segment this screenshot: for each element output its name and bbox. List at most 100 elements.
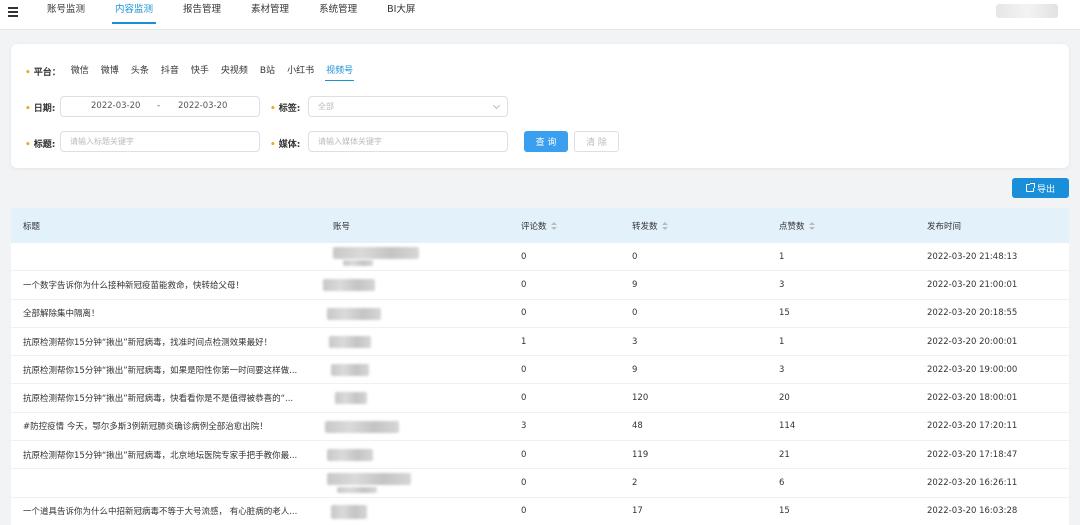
cell-comments: 0 [521, 506, 527, 517]
col-header-account: 账号 [333, 221, 351, 232]
cell-forwards: 119 [632, 449, 649, 460]
platform-bilibili[interactable]: B站 [254, 64, 281, 78]
cell-forwards: 0 [632, 251, 638, 262]
cell-account [323, 413, 521, 440]
platform-channels[interactable]: 视频号 [320, 64, 359, 81]
platform-wechat[interactable]: 微信 [65, 64, 95, 78]
cell-publish-time: 2022-03-20 17:18:47 [927, 449, 1018, 460]
account-redacted [327, 473, 411, 486]
cell-title[interactable]: 抗原检测帮你15分钟“揪出”新冠病毒，如果是阳性你第一时间要这样做... [11, 364, 323, 376]
platform-kuaishou[interactable]: 快手 [185, 64, 215, 78]
cell-publish-time: 2022-03-20 20:00:01 [927, 336, 1018, 347]
table-row[interactable]: 一个道具告诉你为什么中招新冠病毒不等于大号流感， 有心脏病的老人... 0 17… [11, 497, 1069, 525]
date-range-picker[interactable]: 2022-03-20 - 2022-03-20 [60, 96, 260, 117]
sort-icon[interactable] [661, 222, 668, 230]
account-redacted [327, 449, 373, 462]
tag-label: • 标签: [270, 104, 301, 114]
col-header-comments[interactable]: 评论数 [521, 220, 632, 232]
platform-toutiao[interactable]: 头条 [125, 64, 155, 78]
table-row[interactable]: #防控疫情 今天，鄂尔多斯3例新冠肺炎确诊病例全部治愈出院！ 3 48 114 … [11, 412, 1069, 442]
cell-comments: 0 [521, 478, 527, 489]
nav-item-account-monitor[interactable]: 账号监测 [32, 0, 100, 30]
content-table: 标题 账号 评论数 转发数 点赞数 发布时间 0 0 1 2022-03-20 … [11, 208, 1069, 525]
platform-weibo[interactable]: 微博 [95, 64, 125, 78]
nav-item-bi-screen[interactable]: BI大屏 [372, 0, 430, 30]
account-redacted [337, 487, 377, 494]
cell-title[interactable]: 抗原检测帮你15分钟“揪出”新冠病毒，快看看你是不是值得被恭喜的“... [11, 392, 323, 404]
user-avatar[interactable] [996, 4, 1058, 18]
col-header-forwards[interactable]: 转发数 [632, 220, 779, 232]
date-end[interactable]: 2022-03-20 [178, 101, 227, 111]
cell-title[interactable]: 抗原检测帮你15分钟“揪出”新冠病毒，找准时间点检测效果最好！ [11, 336, 323, 348]
cell-title[interactable]: #防控疫情 今天，鄂尔多斯3例新冠肺炎确诊病例全部治愈出院！ [11, 420, 323, 432]
cell-title[interactable]: 抗原检测帮你15分钟“揪出”新冠病毒，北京地坛医院专家手把手教你最... [11, 449, 323, 461]
cell-likes: 21 [779, 449, 790, 460]
nav-item-content-monitor[interactable]: 内容监测 [100, 0, 168, 30]
cell-likes: 1 [779, 251, 785, 262]
cell-likes: 1 [779, 336, 785, 347]
media-search-input[interactable] [318, 132, 507, 151]
table-row[interactable]: 抗原检测帮你15分钟“揪出”新冠病毒，找准时间点检测效果最好！ 1 3 1 20… [11, 327, 1069, 357]
col-header-publish-time: 发布时间 [927, 221, 962, 232]
table-row[interactable]: 抗原检测帮你15分钟“揪出”新冠病毒，北京地坛医院专家手把手教你最... 0 1… [11, 441, 1069, 470]
account-redacted [325, 420, 399, 433]
media-label: • 媒体: [270, 140, 301, 150]
title-label: • 标题: [25, 140, 56, 150]
platform-xiaohongshu[interactable]: 小红书 [281, 64, 320, 78]
account-redacted [331, 364, 369, 377]
platform-douyin[interactable]: 抖音 [155, 64, 185, 78]
cell-account [323, 441, 521, 468]
cell-forwards: 3 [632, 336, 638, 347]
table-row[interactable]: 0 0 1 2022-03-20 21:48:13 [11, 243, 1069, 272]
account-redacted [343, 260, 373, 266]
tag-select[interactable]: 全部 [308, 96, 508, 117]
table-row[interactable]: 一个数字告诉你为什么接种新冠疫苗能救命，快转给父母！ 0 9 3 2022-03… [11, 271, 1069, 300]
cell-comments: 0 [521, 449, 527, 460]
platform-filter: • 平台： 微信 微博 头条 抖音 快手 央视频 B站 小红书 视频号 [25, 64, 359, 81]
cell-title[interactable]: 全部解除集中隔离！ [11, 307, 323, 319]
cell-likes: 114 [779, 421, 796, 432]
top-nav-bar: 账号监测 内容监测 报告管理 素材管理 系统管理 BI大屏 [0, 0, 1080, 30]
sort-icon[interactable] [550, 222, 557, 230]
cell-forwards: 9 [632, 279, 638, 290]
clear-button[interactable]: 清 除 [574, 131, 619, 152]
cell-forwards: 17 [632, 506, 643, 517]
media-input-box[interactable] [308, 131, 508, 152]
sort-icon[interactable] [808, 222, 815, 230]
cell-forwards: 2 [632, 478, 638, 489]
cell-title[interactable]: 一个道具告诉你为什么中招新冠病毒不等于大号流感， 有心脏病的老人... [11, 505, 323, 517]
export-icon [1025, 183, 1035, 192]
nav-item-material-management[interactable]: 素材管理 [236, 0, 304, 30]
cell-publish-time: 2022-03-20 18:00:01 [927, 393, 1018, 404]
title-search-input[interactable] [70, 132, 259, 151]
cell-likes: 3 [779, 279, 785, 290]
cell-likes: 6 [779, 478, 785, 489]
title-input-box[interactable] [60, 131, 260, 152]
table-row[interactable]: 抗原检测帮你15分钟“揪出”新冠病毒，如果是阳性你第一时间要这样做... 0 9… [11, 356, 1069, 385]
table-row[interactable]: 全部解除集中隔离！ 0 0 15 2022-03-20 20:18:55 [11, 299, 1069, 328]
nav-item-system-management[interactable]: 系统管理 [304, 0, 372, 30]
menu-icon[interactable] [8, 7, 18, 17]
table-row[interactable]: 抗原检测帮你15分钟“揪出”新冠病毒，快看看你是不是值得被恭喜的“... 0 1… [11, 384, 1069, 413]
main-nav: 账号监测 内容监测 报告管理 素材管理 系统管理 BI大屏 [32, 0, 430, 30]
cell-comments: 0 [521, 393, 527, 404]
cell-likes: 20 [779, 393, 790, 404]
cell-title[interactable]: 一个数字告诉你为什么接种新冠疫苗能救命，快转给父母！ [11, 279, 323, 291]
account-redacted [333, 247, 419, 259]
platform-cctv-video[interactable]: 央视频 [215, 64, 254, 78]
tag-select-value: 全部 [318, 102, 334, 111]
cell-comments: 0 [521, 279, 527, 290]
cell-forwards: 9 [632, 364, 638, 375]
export-button-label: 导出 [1036, 184, 1055, 195]
export-button[interactable]: 导出 [1012, 178, 1069, 198]
table-row[interactable]: 0 2 6 2022-03-20 16:26:11 [11, 469, 1069, 498]
account-redacted [327, 307, 381, 320]
cell-publish-time: 2022-03-20 16:03:28 [927, 506, 1018, 517]
query-button[interactable]: 查 询 [524, 131, 568, 152]
nav-item-report-management[interactable]: 报告管理 [168, 0, 236, 30]
date-start[interactable]: 2022-03-20 [91, 101, 140, 111]
cell-publish-time: 2022-03-20 21:00:01 [927, 279, 1018, 290]
table-header: 标题 账号 评论数 转发数 点赞数 发布时间 [11, 208, 1069, 243]
account-redacted [331, 504, 367, 519]
col-header-likes[interactable]: 点赞数 [779, 220, 927, 232]
